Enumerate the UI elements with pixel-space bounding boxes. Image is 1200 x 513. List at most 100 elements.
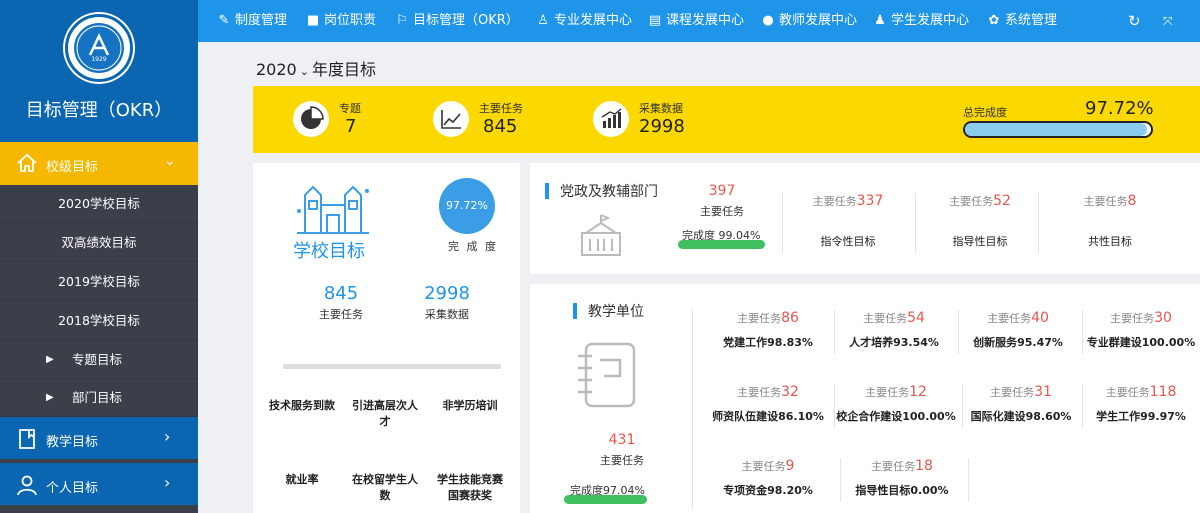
nav-okr[interactable]: ⚐ 目标管理（OKR） (394, 0, 519, 42)
user-icon (17, 475, 37, 496)
menu-teaching-goals-label: 教学目标 (46, 435, 99, 450)
nav-label: 专业发展中心 (554, 13, 633, 28)
kpi-tech-service[interactable]: 技术服务到款 (267, 398, 337, 414)
kpi-employment-rate[interactable]: 就业率 (267, 472, 337, 488)
award-icon: ♙ (537, 13, 549, 28)
briefcase-icon: ■ (306, 13, 320, 28)
teaching-cell-international[interactable]: 主要任务31 (962, 384, 1080, 400)
nav-label: 学生发展中心 (891, 13, 970, 28)
book-icon: ▤ (648, 13, 662, 28)
nav-system-rules[interactable]: ✎ 制度管理 (216, 0, 287, 42)
teaching-cell-international-caption: 国际化建设98.60% (970, 410, 1072, 423)
school-logo: 1929 (65, 14, 133, 82)
year-selector[interactable]: 2020 ⌄ 年度目标 (256, 56, 376, 80)
topic-label: 专题 (339, 102, 361, 115)
school-tasks-value: 845 (323, 283, 359, 304)
school-goal-panel: 学校目标 97.72% 完 成 度 845 主要任务 2998 采集数据 技术服… (253, 163, 520, 513)
kpi-non-degree-training[interactable]: 非学历培训 (435, 398, 505, 414)
logo-year: 1929 (91, 56, 107, 63)
kpi-talent-intro[interactable]: 引进高层次人才 (350, 398, 420, 430)
submenu-dept-goals-label: 部门目标 (72, 390, 123, 405)
menu-school-goals[interactable]: 校级目标 ⌄ (0, 142, 198, 185)
pie-chart-icon (293, 101, 329, 137)
teaching-cell-special-fund-caption: 专项资金98.20% (723, 484, 813, 497)
submenu-2020-goals[interactable]: 2020学校目标 (0, 185, 198, 223)
nav-system-admin[interactable]: ✿ 系统管理 (986, 0, 1057, 42)
fullscreen-icon[interactable]: ⤧ (1163, 0, 1173, 42)
nav-label: 目标管理（OKR） (413, 13, 519, 28)
teaching-cell-guidance[interactable]: 主要任务18 (840, 458, 964, 474)
teaching-cell-innovation-caption: 创新服务95.47% (973, 336, 1063, 349)
teaching-cell-faculty[interactable]: 主要任务32 (708, 384, 828, 400)
total-progress-bar (963, 121, 1153, 138)
teaching-cell-talent-caption: 人才培养93.54% (849, 336, 939, 349)
teaching-cell-major-group-caption: 专业群建设100.00% (1086, 336, 1196, 349)
teaching-cell-school-enterprise[interactable]: 主要任务12 (834, 384, 958, 400)
flag-icon: ⚐ (396, 13, 408, 28)
home-icon (17, 153, 37, 172)
teaching-unit-panel: 教学单位 431 主要任务 完成度97.04% 主要任务86 党建工作98.83… (530, 284, 1200, 513)
teaching-unit-title[interactable]: 教学单位 (588, 301, 644, 321)
menu-personal-goals[interactable]: 个人目标 › (0, 463, 198, 507)
chevron-down-icon: ⌄ (164, 153, 176, 169)
kpi-foreign-students[interactable]: 在校留学生人数 (350, 472, 420, 504)
total-progress-fill (965, 123, 1147, 136)
sidebar: 1929 目标管理（OKR） 校级目标 ⌄ 2020学校目标 双高绩效目标 20… (0, 0, 198, 513)
stats-bar: 专题 7 主要任务 845 采集数据 2998 总完成度 97.72% (253, 86, 1200, 153)
teaching-cell-talent[interactable]: 主要任务54 (834, 310, 954, 326)
party-dept-title[interactable]: 党政及教辅部门 (560, 181, 658, 201)
submenu-2018-goals[interactable]: 2018学校目标 (0, 302, 198, 340)
nav-label: 岗位职责 (324, 13, 377, 28)
topic-value: 7 (345, 116, 357, 137)
party-col-common-count[interactable]: 主要任务8 (1060, 193, 1160, 209)
section-marker (573, 303, 577, 319)
submenu-topic-goals[interactable]: ▶ 专题目标 (0, 341, 198, 379)
nav-student-dev[interactable]: ♟ 学生发展中心 (872, 0, 969, 42)
menu-teaching-goals[interactable]: 教学目标 › (0, 417, 198, 461)
nav-label: 课程发展中心 (666, 13, 745, 28)
teaching-cell-special-fund[interactable]: 主要任务9 (708, 458, 828, 474)
submenu-double-high[interactable]: 双高绩效目标 (0, 224, 198, 262)
divider (1082, 310, 1083, 354)
nav-label: 系统管理 (1005, 13, 1058, 28)
school-data-value: 2998 (424, 283, 470, 304)
nav-major-dev[interactable]: ♙ 专业发展中心 (535, 0, 632, 42)
data-value: 2998 (639, 116, 685, 137)
teaching-cell-innovation[interactable]: 主要任务40 (958, 310, 1078, 326)
logo-a-icon (76, 25, 122, 71)
party-col-directive-caption: 指令性目标 (820, 235, 876, 248)
year-value: 2020 (256, 60, 297, 79)
nav-label: 教师发展中心 (779, 13, 858, 28)
divider (1082, 384, 1083, 428)
party-col-guidance-count[interactable]: 主要任务52 (930, 193, 1030, 209)
teaching-cell-student-work[interactable]: 主要任务118 (1084, 384, 1198, 400)
teaching-cell-major-group[interactable]: 主要任务30 (1084, 310, 1198, 326)
school-tasks-label: 主要任务 (319, 308, 363, 321)
wrench-icon: ✎ (218, 13, 230, 28)
teaching-cell-party-building[interactable]: 主要任务86 (708, 310, 828, 326)
government-building-icon (581, 214, 621, 256)
line-chart-icon (433, 101, 469, 137)
chevron-right-icon: › (164, 473, 171, 492)
refresh-icon[interactable]: ↻ (1128, 0, 1141, 42)
teaching-count-label: 主要任务 (600, 454, 644, 467)
school-data-label: 采集数据 (425, 308, 469, 321)
year-suffix: 年度目标 (311, 60, 376, 79)
document-icon (19, 429, 35, 449)
party-col-directive-count[interactable]: 主要任务337 (798, 193, 898, 209)
divider (1038, 193, 1039, 253)
nav-teacher-dev[interactable]: ● 教师发展中心 (760, 0, 857, 42)
task-label: 主要任务 (479, 102, 523, 115)
divider (968, 458, 969, 502)
nav-job-duties[interactable]: ■ 岗位职责 (305, 0, 376, 42)
kpi-skill-competition[interactable]: 学生技能竞赛国赛获奖 (435, 472, 505, 504)
submenu-dept-goals[interactable]: ▶ 部门目标 (0, 379, 198, 417)
school-goal-title[interactable]: 学校目标 (293, 237, 365, 263)
nav-course-dev[interactable]: ▤ 课程发展中心 (647, 0, 744, 42)
submenu-2019-goals[interactable]: 2019学校目标 (0, 263, 198, 301)
data-label: 采集数据 (639, 102, 683, 115)
divider (915, 193, 916, 253)
school-building-icon (297, 185, 369, 234)
triangle-right-icon: ▶ (46, 392, 54, 403)
school-percent-caption: 完 成 度 (448, 240, 498, 253)
